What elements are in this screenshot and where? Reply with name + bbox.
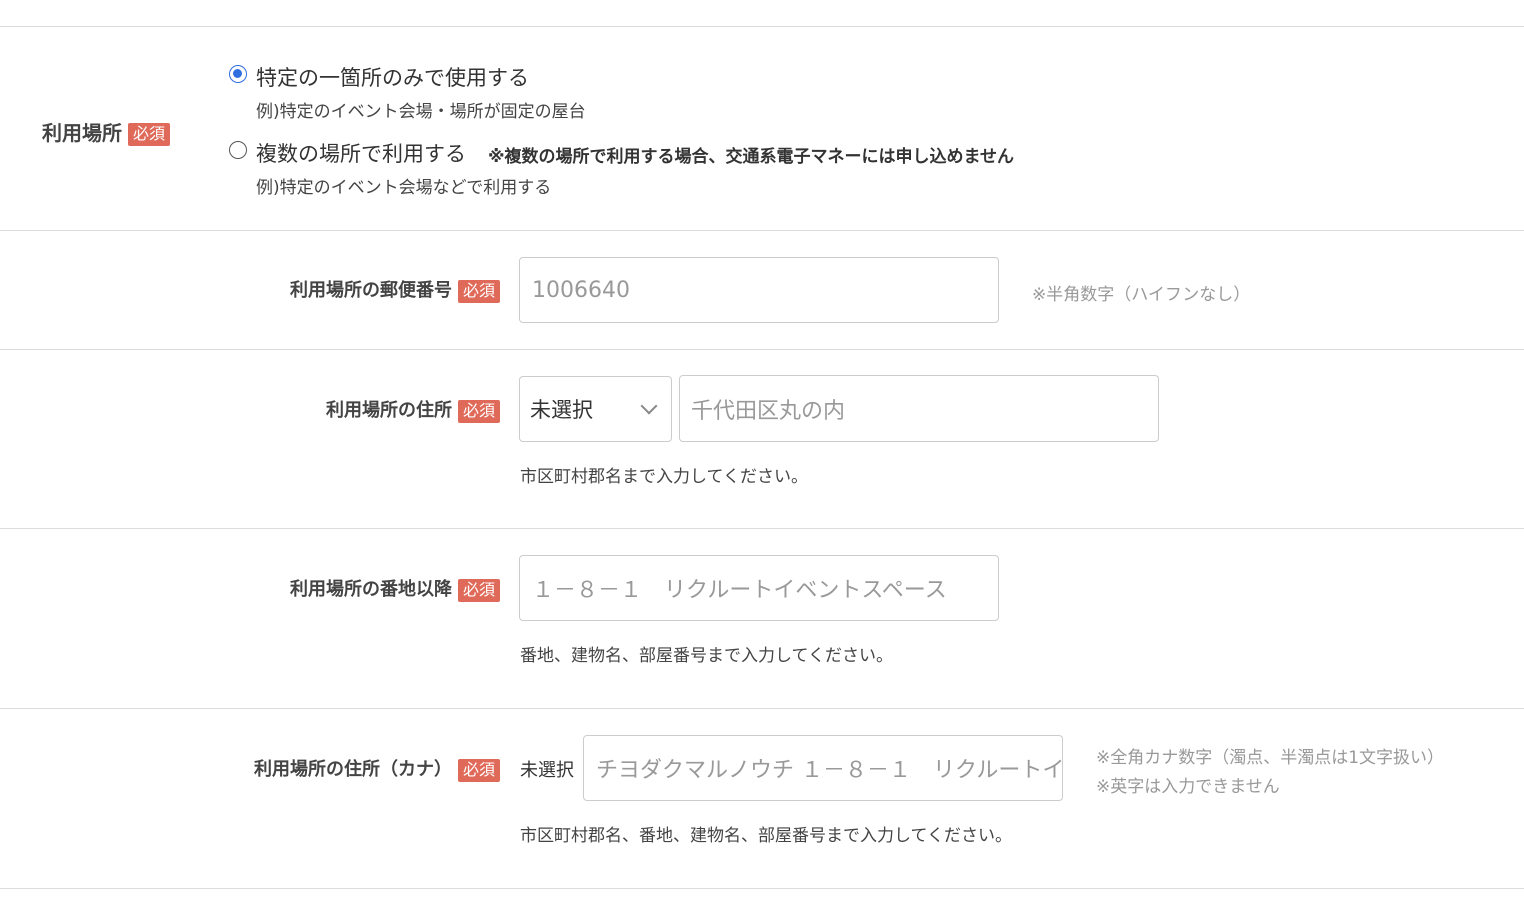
kana-hint-2: ※英字は入力できません <box>1096 777 1280 797</box>
postal-code-input[interactable]: 1006640 <box>519 257 999 323</box>
address-help: 市区町村郡名まで入力してください。 <box>520 467 808 487</box>
city-placeholder: 千代田区丸の内 <box>691 398 846 424</box>
kana-prefix: 未選択 <box>520 760 574 781</box>
radio-single-location[interactable] <box>229 65 247 83</box>
prefecture-select[interactable]: 未選択 <box>519 376 672 442</box>
address-label-text: 利用場所の住所 <box>325 400 452 421</box>
required-badge: 必須 <box>457 758 500 782</box>
chevron-down-icon <box>640 397 658 415</box>
city-input[interactable]: 千代田区丸の内 <box>679 375 1159 442</box>
kana-hint-1: ※全角カナ数字（濁点、半濁点は1文字扱い） <box>1096 748 1445 768</box>
radio-multiple-locations-label[interactable]: 複数の場所で利用する <box>256 138 466 168</box>
required-badge: 必須 <box>128 123 171 146</box>
street-label-text: 利用場所の番地以降 <box>289 579 452 600</box>
street-placeholder: １－８－１ リクルートイベントスペース <box>532 578 947 603</box>
postal-hint: ※半角数字（ハイフンなし） <box>1032 285 1251 305</box>
postal-code-placeholder: 1006640 <box>532 277 630 303</box>
divider <box>0 26 1524 27</box>
radio-multiple-locations-example: 例)特定のイベント会場などで利用する <box>256 178 552 198</box>
postal-label-text: 利用場所の郵便番号 <box>289 280 452 301</box>
kana-placeholder: チヨダクマルノウチ １－８－１ リクルートイベントスペース <box>596 758 1063 783</box>
divider <box>0 888 1524 889</box>
street-input[interactable]: １－８－１ リクルートイベントスペース <box>519 555 999 621</box>
kana-label-text: 利用場所の住所（カナ） <box>253 759 452 780</box>
street-help: 番地、建物名、部屋番号まで入力してください。 <box>520 646 893 666</box>
divider <box>0 230 1524 231</box>
address-label: 利用場所の住所 必須 <box>326 396 500 423</box>
radio-single-location-example: 例)特定のイベント会場・場所が固定の屋台 <box>256 102 586 122</box>
street-label: 利用場所の番地以降 必須 <box>290 575 500 602</box>
prefecture-select-value: 未選択 <box>530 398 593 422</box>
radio-single-location-label[interactable]: 特定の一箇所のみで使用する <box>256 62 529 92</box>
kana-label: 利用場所の住所（カナ） 必須 <box>254 755 500 782</box>
required-badge: 必須 <box>457 279 500 303</box>
divider <box>0 708 1524 709</box>
location-label: 利用場所 必須 <box>42 117 171 146</box>
required-badge: 必須 <box>457 399 500 423</box>
divider <box>0 349 1524 350</box>
location-label-text: 利用場所 <box>42 121 122 145</box>
required-badge: 必須 <box>457 578 500 602</box>
radio-multiple-locations[interactable] <box>229 141 247 159</box>
divider <box>0 528 1524 529</box>
postal-label: 利用場所の郵便番号 必須 <box>290 276 500 303</box>
radio-multiple-locations-note: ※複数の場所で利用する場合、交通系電子マネーには申し込めません <box>488 147 1015 167</box>
kana-input[interactable]: チヨダクマルノウチ １－８－１ リクルートイベントスペース <box>583 735 1063 801</box>
kana-help: 市区町村郡名、番地、建物名、部屋番号まで入力してください。 <box>520 826 1012 846</box>
